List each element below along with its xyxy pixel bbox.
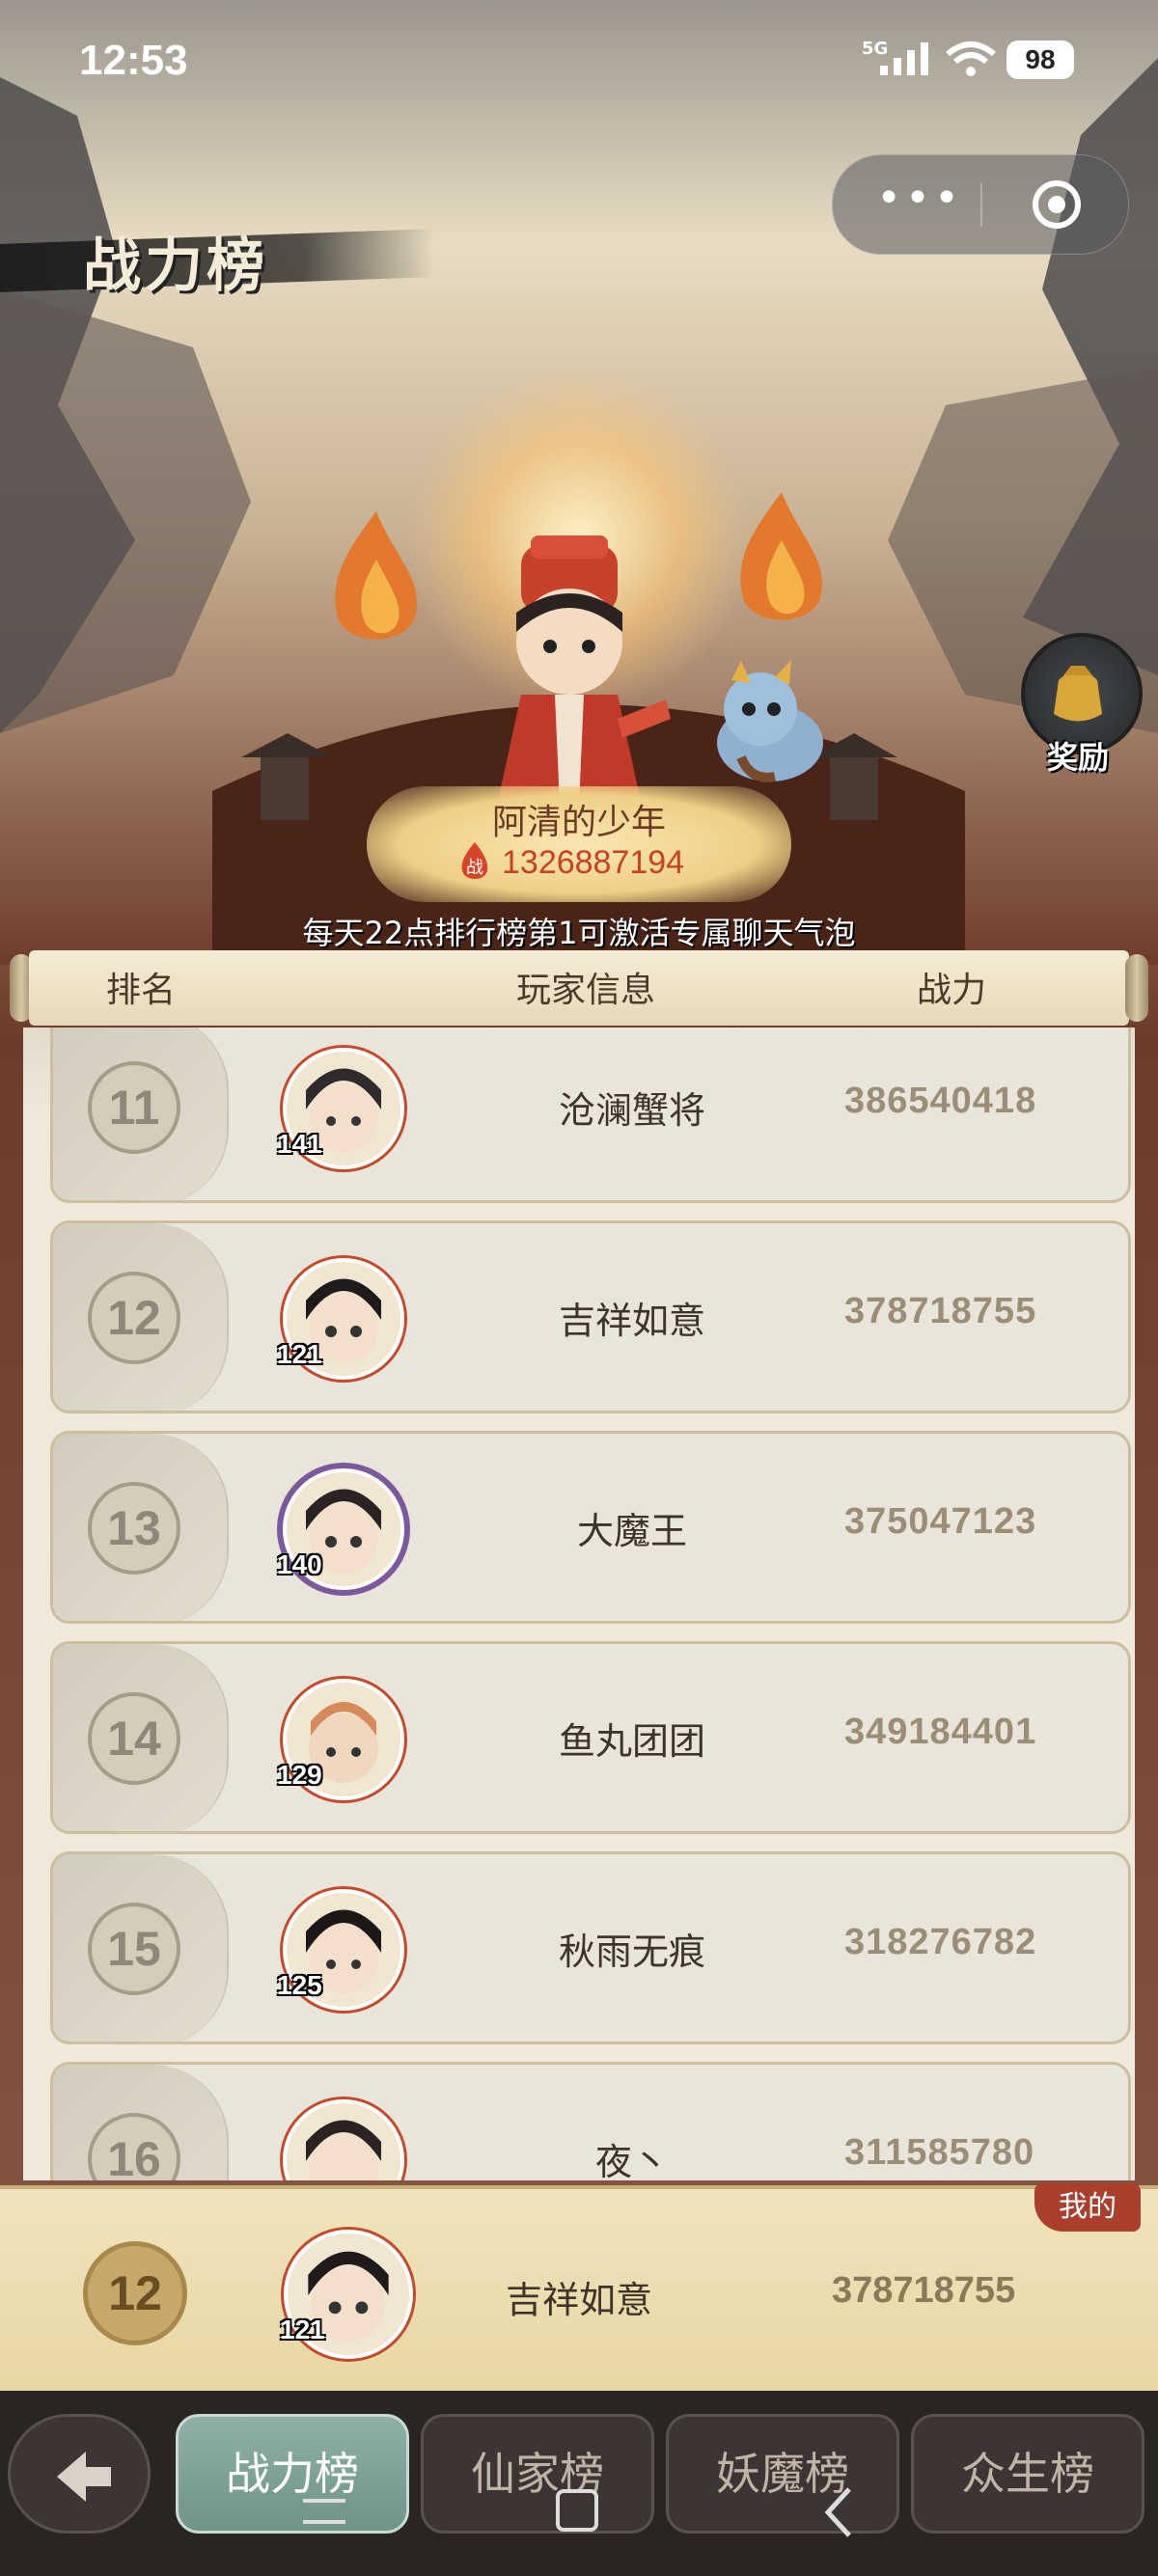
player-power: 375047123 bbox=[844, 1501, 1037, 1542]
table-row[interactable]: 14 129 鱼丸团团 349184401 bbox=[50, 1641, 1131, 1834]
pet-beast-icon bbox=[717, 660, 823, 782]
player-name: 沧澜蟹将 bbox=[558, 1089, 705, 1132]
back-arrow-icon bbox=[57, 2452, 111, 2502]
top-player-card[interactable]: 阿清的少年 战 1326887194 bbox=[367, 786, 791, 902]
status-bar: 12:53 5G 98 bbox=[0, 29, 1158, 96]
column-rank: 排名 bbox=[106, 971, 177, 1010]
rank-number: 15 bbox=[107, 1922, 161, 1976]
player-power: 386540418 bbox=[844, 1081, 1037, 1121]
my-rank-tag: 我的 bbox=[1034, 2183, 1141, 2232]
tab-immortal-rank[interactable]: 仙家榜 bbox=[421, 2414, 654, 2534]
player-name: 夜丶 bbox=[594, 2141, 669, 2180]
nav-back-icon[interactable] bbox=[820, 2483, 859, 2541]
player-power: 311585780 bbox=[844, 2132, 1035, 2173]
table-row[interactable]: 16 夜丶 311585780 bbox=[50, 2062, 1131, 2180]
table-row[interactable]: 13 140 大魔王 375047123 bbox=[50, 1431, 1131, 1624]
my-rank-number: 12 bbox=[108, 2266, 162, 2320]
avatar[interactable] bbox=[283, 2099, 404, 2180]
reward-banner-text: 每天22点排行榜第1可激活专属聊天气泡 bbox=[302, 915, 856, 951]
leaderboard-page: 12:53 5G 98 战力榜 ••• 奖励 阿清的少年 战 132688719… bbox=[0, 0, 1158, 2576]
rank-number: 12 bbox=[107, 1291, 161, 1345]
player-level: 125 bbox=[277, 1970, 322, 2000]
column-power: 战力 bbox=[917, 971, 987, 1010]
signal-icon bbox=[880, 42, 928, 75]
nav-home-icon[interactable] bbox=[556, 2489, 598, 2532]
rank-badge: 15 bbox=[88, 1903, 180, 1995]
miniapp-capsule: ••• bbox=[832, 154, 1129, 255]
rank-number: 11 bbox=[108, 1081, 160, 1135]
player-power: 378718755 bbox=[844, 1291, 1037, 1331]
more-button[interactable]: ••• bbox=[871, 175, 968, 233]
rank-badge: 11 bbox=[88, 1061, 180, 1154]
player-name: 吉祥如意 bbox=[558, 1300, 705, 1342]
table-row[interactable]: 11 141 沧澜蟹将 386540418 bbox=[50, 1028, 1131, 1203]
player-level: 129 bbox=[277, 1760, 322, 1790]
right-flame-icon bbox=[740, 492, 822, 620]
player-name: 大魔王 bbox=[576, 1510, 687, 1552]
my-rank-badge: 12 bbox=[83, 2241, 187, 2345]
rank-number: 13 bbox=[107, 1501, 161, 1555]
table-header: 排名 玩家信息 战力 bbox=[10, 950, 1148, 1028]
power-flame-icon: 战 bbox=[461, 842, 488, 879]
my-rank-bar[interactable]: 我的 12 121 吉祥如意 378718755 bbox=[0, 2183, 1158, 2396]
tab-mortal-rank[interactable]: 众生榜 bbox=[911, 2414, 1144, 2534]
my-name: 吉祥如意 bbox=[505, 2279, 652, 2321]
top-player-power: 1326887194 bbox=[502, 844, 685, 881]
table-row[interactable]: 15 125 秋雨无痕 318276782 bbox=[50, 1851, 1131, 2044]
rank-badge: 14 bbox=[88, 1692, 180, 1785]
player-name: 鱼丸团团 bbox=[558, 1720, 705, 1763]
tab-demon-rank[interactable]: 妖魔榜 bbox=[666, 2414, 899, 2534]
column-player: 玩家信息 bbox=[516, 971, 656, 1010]
player-power: 318276782 bbox=[844, 1922, 1037, 1962]
player-level: 140 bbox=[277, 1549, 322, 1579]
rank-badge: 12 bbox=[88, 1272, 180, 1364]
player-power: 349184401 bbox=[844, 1712, 1037, 1752]
rank-number: 16 bbox=[107, 2132, 161, 2180]
left-flame-icon bbox=[335, 511, 417, 640]
player-level: 121 bbox=[277, 1339, 322, 1369]
tab-power-rank[interactable]: 战力榜 bbox=[176, 2414, 409, 2534]
header-bar: 排名 玩家信息 战力 bbox=[29, 950, 1129, 1026]
scroll-rod-right bbox=[1125, 954, 1148, 1022]
page-title: 战力榜 bbox=[83, 233, 268, 300]
rank-number: 14 bbox=[107, 1712, 161, 1766]
status-time: 12:53 bbox=[79, 37, 188, 84]
wifi-icon bbox=[946, 41, 996, 76]
my-level: 121 bbox=[280, 2315, 325, 2344]
ranking-list[interactable]: 11 141 沧澜蟹将 386540418 12 121 吉祥如意 378718… bbox=[23, 1028, 1135, 2180]
top-player-name: 阿清的少年 bbox=[491, 803, 666, 842]
top-player-character bbox=[497, 535, 671, 806]
reward-label: 奖励 bbox=[1046, 739, 1109, 776]
bottom-tab-bar: 战力榜 仙家榜 妖魔榜 众生榜 bbox=[0, 2391, 1158, 2576]
table-row[interactable]: 12 121 吉祥如意 378718755 bbox=[50, 1220, 1131, 1413]
rank-badge: 16 bbox=[88, 2113, 180, 2180]
player-level: 141 bbox=[277, 1129, 322, 1159]
my-power: 378718755 bbox=[832, 2270, 1016, 2311]
page-title-banner: 战力榜 bbox=[0, 207, 444, 304]
back-button[interactable] bbox=[8, 2414, 151, 2534]
capsule-divider bbox=[980, 182, 982, 227]
battery-indicator: 98 bbox=[1006, 41, 1074, 79]
player-name: 秋雨无痕 bbox=[558, 1931, 705, 1973]
nav-menu-icon[interactable] bbox=[303, 2495, 345, 2528]
rank-badge: 13 bbox=[88, 1482, 180, 1575]
power-icon-glyph: 战 bbox=[466, 858, 483, 878]
reward-button[interactable]: 奖励 bbox=[1021, 633, 1143, 787]
close-miniapp-icon[interactable] bbox=[1031, 178, 1083, 231]
